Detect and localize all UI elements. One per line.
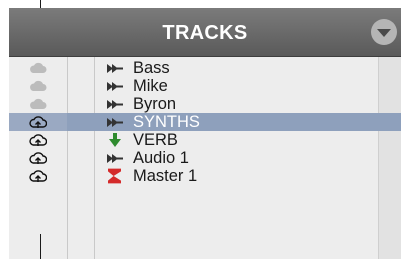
track-name: VERB [133,131,178,149]
track-row[interactable]: Mike [9,77,401,95]
track-name: SYNTHS [133,113,200,131]
cloud-upload-icon[interactable] [29,115,47,129]
cloud-icon[interactable] [29,61,47,75]
audio-track-icon [107,154,123,163]
panel-header: TRACKS [9,8,401,57]
panel-title: TRACKS [162,22,248,44]
track-name: Byron [133,95,177,113]
track-row[interactable]: VERB [9,131,401,149]
master-fader-icon [108,168,121,184]
audio-track-icon [107,64,123,73]
cloud-icon[interactable] [29,97,47,111]
track-list: Bass Mike Byron SYNTHS VERB Audio 1 Mast… [9,59,401,185]
track-row[interactable]: Audio 1 [9,149,401,167]
audio-track-icon [107,118,123,127]
aux-input-icon [109,133,121,147]
track-name: Master 1 [133,167,198,185]
cloud-upload-icon[interactable] [29,133,47,147]
cloud-icon[interactable] [29,79,47,93]
track-row[interactable]: Master 1 [9,167,401,185]
track-row[interactable]: Byron [9,95,401,113]
callout-line-bottom [40,234,41,259]
track-row[interactable]: Bass [9,59,401,77]
cloud-upload-icon[interactable] [29,151,47,165]
track-name: Bass [133,59,170,77]
panel-menu-button[interactable] [371,19,397,45]
tracks-panel: TRACKS Bass Mike Byron SYNTHS VERB Audio… [9,8,401,259]
track-name: Mike [133,77,168,95]
track-name: Audio 1 [133,149,189,167]
audio-track-icon [107,100,123,109]
track-row-selected[interactable]: SYNTHS [9,113,401,131]
cloud-upload-icon[interactable] [29,169,47,183]
audio-track-icon [107,82,123,91]
